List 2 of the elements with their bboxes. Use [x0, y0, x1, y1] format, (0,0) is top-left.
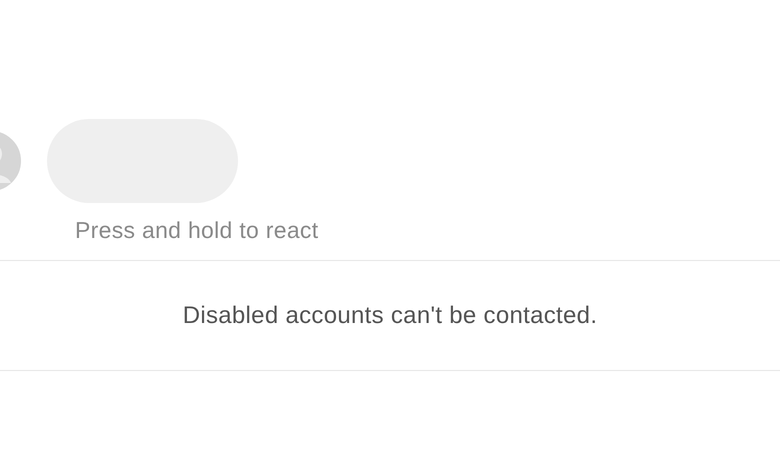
disabled-notice: Disabled accounts can't be contacted.	[182, 302, 598, 330]
react-hint: Press and hold to react	[75, 217, 320, 244]
